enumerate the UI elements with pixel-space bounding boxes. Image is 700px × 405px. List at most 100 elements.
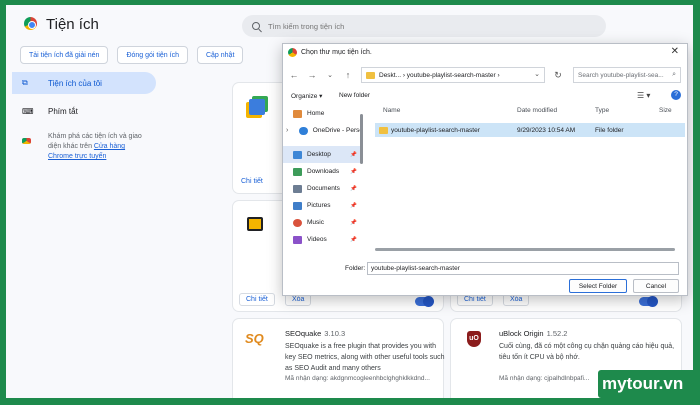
column-header-date[interactable]: Date modified (517, 107, 557, 114)
chevron-right-icon[interactable]: › (286, 127, 288, 134)
address-bar[interactable]: Deskt... › youtube-playlist-search-maste… (361, 67, 545, 83)
pack-extension-button[interactable]: Đóng gói tiện ích (117, 46, 188, 64)
extension-id: Mã nhận dạng: akdgnmcogleenhbclghghklkkd… (285, 375, 430, 382)
page-title: Tiện ích (46, 16, 99, 33)
file-date: 9/29/2023 10:54 AM (517, 126, 576, 134)
pin-icon: 📌 (350, 219, 357, 226)
videos-icon (293, 235, 302, 244)
up-arrow-icon[interactable]: ↑ (341, 70, 355, 80)
column-header-name[interactable]: Name (383, 107, 400, 114)
search-icon (252, 22, 260, 30)
extension-logo-icon (249, 99, 265, 115)
nav-item-downloads[interactable]: Downloads 📌 (283, 163, 363, 180)
extension-id: Mã nhận dạng: cjpalhdlnbpafi... (499, 375, 590, 382)
nav-item-label: OneDrive - Perso (312, 127, 363, 134)
file-type: File folder (595, 126, 624, 134)
organize-button[interactable]: Organize ▾ (291, 92, 322, 100)
enable-toggle[interactable] (639, 296, 658, 307)
column-header-type[interactable]: Type (595, 107, 609, 114)
chevron-down-icon[interactable]: ⌄ (530, 70, 544, 78)
desktop-icon (293, 150, 302, 159)
folder-picker-dialog: Chọn thư mục tiện ích. ✕ ← → ⌄ ↑ Deskt..… (282, 43, 688, 296)
folder-label: Folder: (345, 265, 366, 272)
extension-description: SEOquake is a free plugin that provides … (285, 343, 445, 372)
nav-item-home[interactable]: Home (283, 105, 363, 122)
chrome-logo-icon (24, 17, 37, 30)
help-icon[interactable]: ? (671, 90, 681, 100)
web-store-icon (22, 138, 36, 162)
nav-item-videos[interactable]: Videos 📌 (283, 231, 363, 248)
home-icon (293, 109, 302, 118)
puzzle-icon: ⧉ (22, 78, 28, 87)
ublock-logo-icon: uO (467, 331, 481, 347)
dialog-title: Chọn thư mục tiện ích. (288, 48, 372, 57)
sidebar-item-my-extensions[interactable]: ⧉ Tiện ích của tôi (12, 72, 156, 94)
folder-input[interactable]: youtube-playlist-search-master (367, 262, 679, 275)
cloud-icon (299, 126, 308, 135)
nav-item-label: Documents (307, 185, 340, 192)
column-header-size[interactable]: Size (659, 107, 672, 114)
store-note: Khám phá các tiện ích và giao diện khác … (12, 132, 156, 162)
top-bar: Tiện ích (6, 5, 693, 41)
sidebar-item-label: Tiện ích của tôi (48, 78, 102, 88)
cancel-button[interactable]: Cancel (633, 279, 679, 293)
keyboard-icon: ⌨ (22, 106, 34, 116)
back-arrow-icon[interactable]: ← (287, 70, 301, 80)
file-row[interactable]: youtube-playlist-search-master 9/29/2023… (375, 123, 685, 137)
pin-icon: 📌 (350, 151, 357, 158)
extension-version: 3.10.3 (324, 329, 346, 338)
file-list-scrollbar[interactable] (375, 248, 675, 251)
chrome-icon (288, 48, 297, 57)
search-bar[interactable] (242, 15, 606, 37)
folder-icon (379, 126, 388, 134)
extension-logo-icon (247, 217, 263, 231)
nav-item-documents[interactable]: Documents 📌 (283, 180, 363, 197)
folder-icon (366, 71, 375, 79)
extension-name: uBlock Origin 1.52.2 (499, 329, 567, 338)
nav-item-onedrive[interactable]: › OneDrive - Perso (283, 122, 363, 139)
folder-row: Folder: youtube-playlist-search-master (283, 262, 687, 276)
seoquake-logo-icon: SQ (245, 331, 264, 346)
update-button[interactable]: Cập nhật (196, 46, 244, 64)
documents-icon (293, 184, 302, 193)
extension-description: Cuối cùng, đã có một công cụ chặn quảng … (499, 343, 675, 361)
forward-arrow-icon[interactable]: → (305, 70, 319, 80)
file-name: youtube-playlist-search-master (391, 126, 480, 134)
dialog-toolbar: Organize ▾ New folder ☰ ▾ ? (283, 90, 687, 104)
extension-name: SEOquake 3.10.3 (285, 329, 345, 338)
nav-item-label: Videos (307, 236, 327, 243)
dialog-search-placeholder: Search youtube-playlist-sea... (578, 71, 664, 79)
sidebar-item-shortcuts[interactable]: ⌨ Phím tắt (12, 100, 156, 122)
pictures-icon (293, 201, 302, 210)
dialog-search-box[interactable]: Search youtube-playlist-sea... ⌕ (573, 67, 681, 83)
details-button[interactable]: Chi tiết (239, 293, 275, 306)
pin-icon: 📌 (350, 202, 357, 209)
search-input[interactable] (268, 21, 568, 31)
refresh-icon[interactable]: ↻ (551, 70, 565, 81)
pin-icon: 📌 (350, 236, 357, 243)
dialog-title-text: Chọn thư mục tiện ích. (301, 49, 372, 56)
view-options-icon[interactable]: ☰ ▾ (637, 91, 650, 100)
ublock-name: uBlock Origin (499, 329, 544, 338)
nav-item-label: Music (307, 219, 324, 226)
download-icon (293, 167, 302, 176)
nav-item-music[interactable]: Music 📌 (283, 214, 363, 231)
navigation-row: ← → ⌄ ↑ Deskt... › youtube-playlist-sear… (283, 64, 687, 86)
close-icon[interactable]: ✕ (671, 46, 679, 57)
nav-item-pictures[interactable]: Pictures 📌 (283, 197, 363, 214)
new-folder-button[interactable]: New folder (339, 92, 370, 99)
select-folder-button[interactable]: Select Folder (569, 279, 627, 293)
sidebar-item-label: Phím tắt (48, 106, 78, 116)
navigation-scrollbar[interactable] (360, 114, 363, 164)
seoquake-name: SEOquake (285, 329, 322, 338)
nav-item-label: Downloads (307, 168, 340, 175)
mytour-watermark: mytour.vn (598, 370, 693, 398)
load-unpacked-button[interactable]: Tải tiện ích đã giải nén (20, 46, 109, 64)
chevron-down-icon[interactable]: ⌄ (323, 71, 337, 79)
enable-toggle[interactable] (415, 296, 434, 307)
address-path: Deskt... › youtube-playlist-search-maste… (379, 71, 500, 79)
nav-item-desktop[interactable]: Desktop 📌 (283, 146, 363, 163)
nav-item-label: Home (307, 110, 325, 117)
sidebar: ⧉ Tiện ích của tôi ⌨ Phím tắt Khám phá c… (12, 72, 156, 162)
details-button[interactable]: Chi tiết (241, 178, 263, 185)
